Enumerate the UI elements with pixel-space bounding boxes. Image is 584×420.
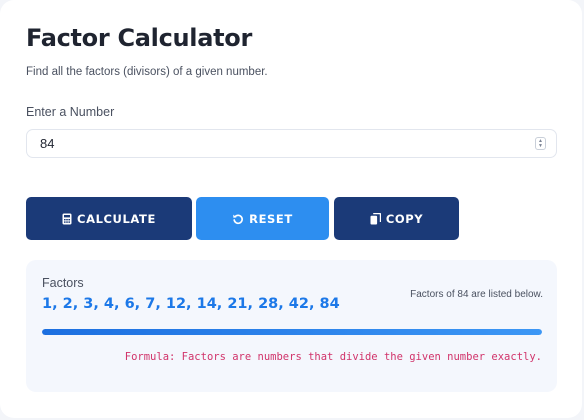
number-label: Enter a Number	[26, 105, 115, 119]
progress-bar	[42, 329, 542, 335]
page-title: Factor Calculator	[26, 24, 253, 52]
number-input[interactable]	[27, 130, 530, 157]
reset-button[interactable]: RESET	[196, 197, 329, 240]
reset-icon	[232, 213, 244, 225]
calculator-card: Factor Calculator Find all the factors (…	[0, 0, 582, 418]
result-label: Factors	[42, 276, 84, 290]
number-field: ▲ ▼	[26, 129, 557, 158]
page-subtitle: Find all the factors (divisors) of a giv…	[26, 66, 268, 78]
calculator-icon	[62, 213, 72, 225]
progress-fill	[42, 329, 542, 335]
factors-list: 1, 2, 3, 4, 6, 7, 12, 14, 21, 28, 42, 84	[42, 296, 340, 312]
result-panel: Factors 1, 2, 3, 4, 6, 7, 12, 14, 21, 28…	[26, 260, 557, 392]
copy-button[interactable]: COPY	[334, 197, 459, 240]
formula-text: Formula: Factors are numbers that divide…	[124, 351, 542, 363]
calculate-button-label: CALCULATE	[77, 211, 156, 226]
number-spinner[interactable]: ▲ ▼	[535, 137, 546, 150]
calculate-button[interactable]: CALCULATE	[26, 197, 192, 240]
copy-button-label: COPY	[385, 211, 424, 226]
copy-icon	[370, 212, 381, 225]
result-note: Factors of 84 are listed below.	[410, 289, 543, 300]
spinner-down-icon[interactable]: ▼	[538, 143, 543, 149]
reset-button-label: RESET	[249, 211, 293, 226]
